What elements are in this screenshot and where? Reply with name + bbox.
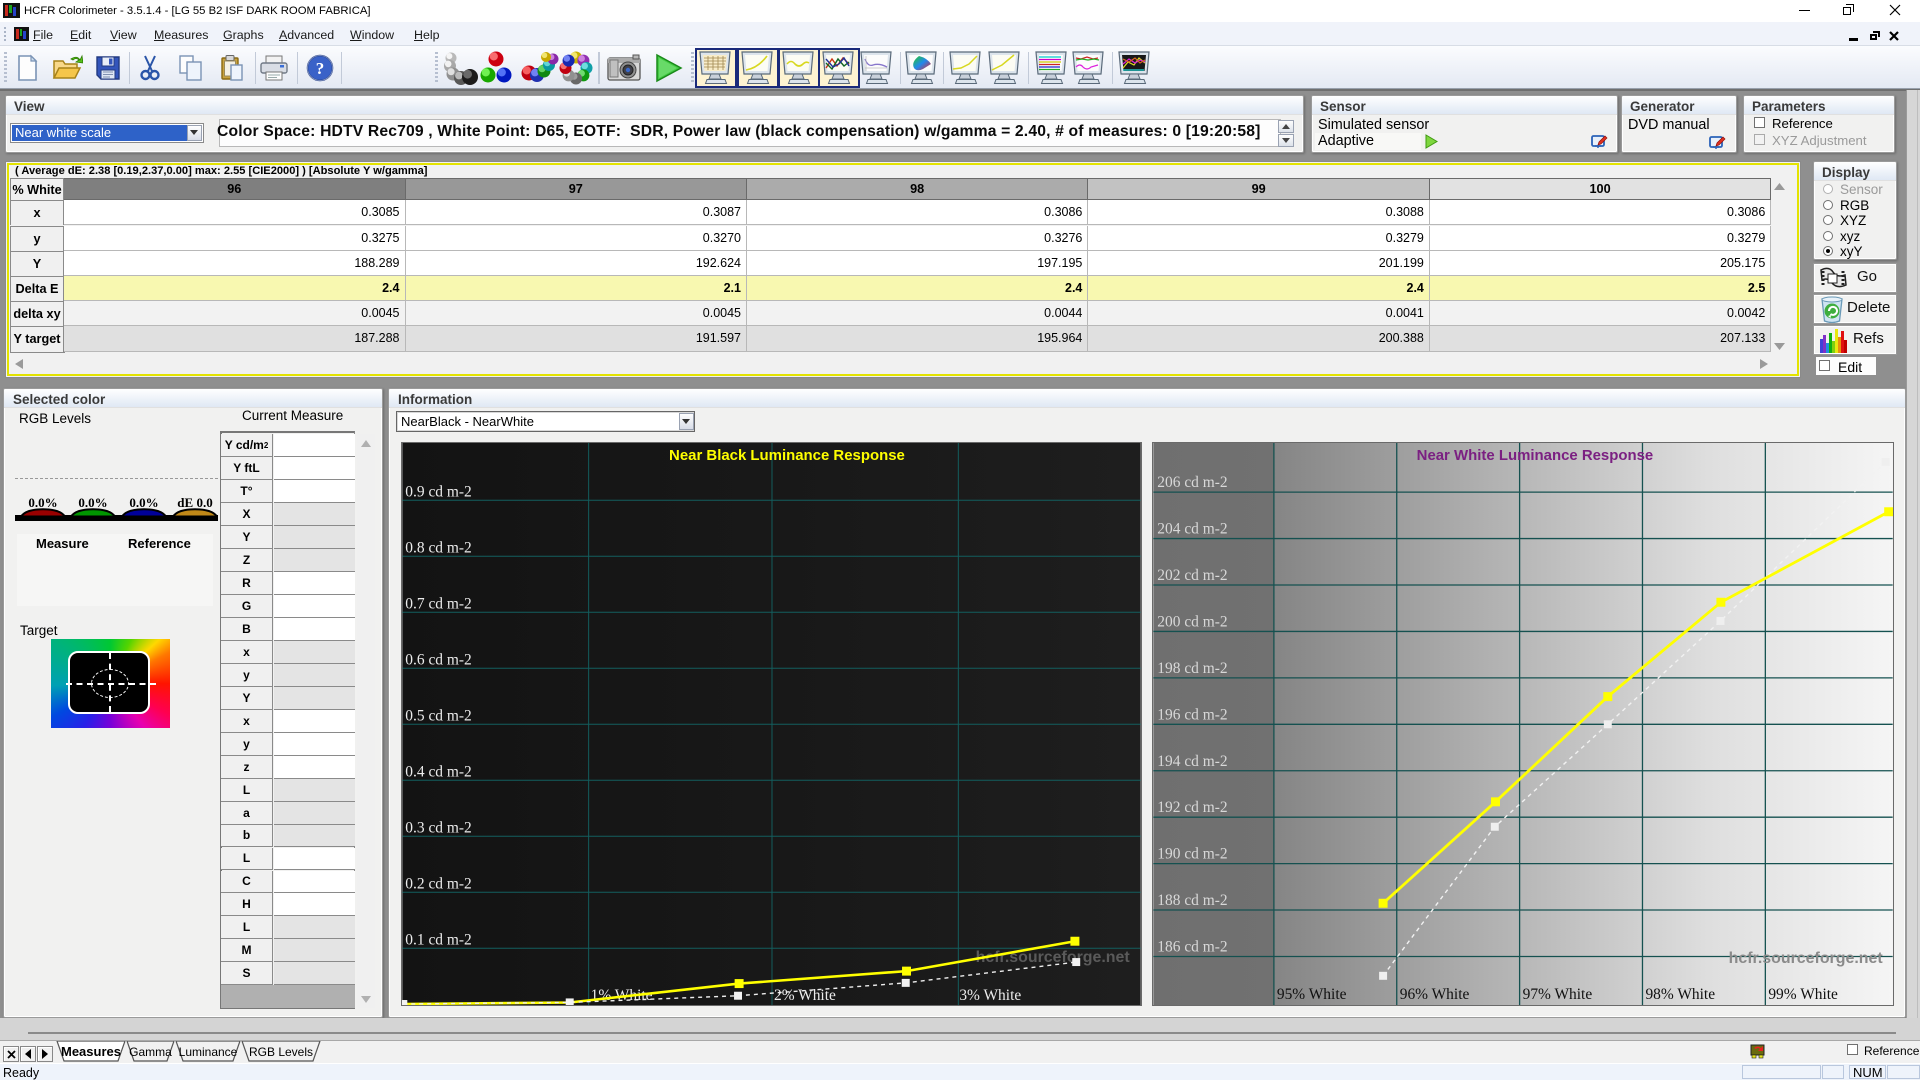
svg-text:0.2 cd m-2: 0.2 cd m-2 [405,875,471,892]
svg-text:0.5 cd m-2: 0.5 cd m-2 [405,707,471,724]
svg-text:Near Black Luminance Response: Near Black Luminance Response [669,447,905,464]
svg-text:0.4 cd m-2: 0.4 cd m-2 [405,763,471,780]
svg-text:188 cd m-2: 188 cd m-2 [1157,892,1227,909]
svg-text:198 cd m-2: 198 cd m-2 [1157,660,1227,677]
svg-text:192 cd m-2: 192 cd m-2 [1157,799,1227,816]
svg-text:0.9 cd m-2: 0.9 cd m-2 [405,483,471,500]
svg-text:0.6 cd m-2: 0.6 cd m-2 [405,651,471,668]
svg-text:0.3 cd m-2: 0.3 cd m-2 [405,819,471,836]
svg-text:97% White: 97% White [1523,986,1593,1003]
svg-text:3% White: 3% White [959,987,1021,1004]
svg-text:0.8 cd m-2: 0.8 cd m-2 [405,539,471,556]
svg-text:Measures: Measures [61,1044,121,1059]
svg-text:96% White: 96% White [1400,986,1470,1003]
svg-text:?: ? [316,59,325,78]
svg-text:202 cd m-2: 202 cd m-2 [1157,567,1227,584]
svg-text:98% White: 98% White [1645,986,1715,1003]
svg-text:RGB Levels: RGB Levels [249,1045,313,1059]
svg-text:204 cd m-2: 204 cd m-2 [1157,521,1227,538]
svg-text:Luminance: Luminance [179,1045,238,1059]
svg-text:99% White: 99% White [1768,986,1838,1003]
svg-text:200 cd m-2: 200 cd m-2 [1157,613,1227,630]
svg-text:194 cd m-2: 194 cd m-2 [1157,753,1227,770]
svg-text:hcfr.sourceforge.net: hcfr.sourceforge.net [976,949,1131,966]
svg-text:hcfr.sourceforge.net: hcfr.sourceforge.net [1729,950,1884,967]
svg-text:95% White: 95% White [1277,986,1347,1003]
svg-text:190 cd m-2: 190 cd m-2 [1157,846,1227,863]
svg-text:196 cd m-2: 196 cd m-2 [1157,706,1227,723]
svg-text:Gamma: Gamma [129,1045,172,1059]
svg-text:206 cd m-2: 206 cd m-2 [1157,474,1227,491]
svg-text:0.7 cd m-2: 0.7 cd m-2 [405,595,471,612]
svg-text:Near White Luminance Response: Near White Luminance Response [1417,447,1654,464]
svg-text:0.1 cd m-2: 0.1 cd m-2 [405,931,471,948]
svg-text:186 cd m-2: 186 cd m-2 [1157,938,1227,955]
